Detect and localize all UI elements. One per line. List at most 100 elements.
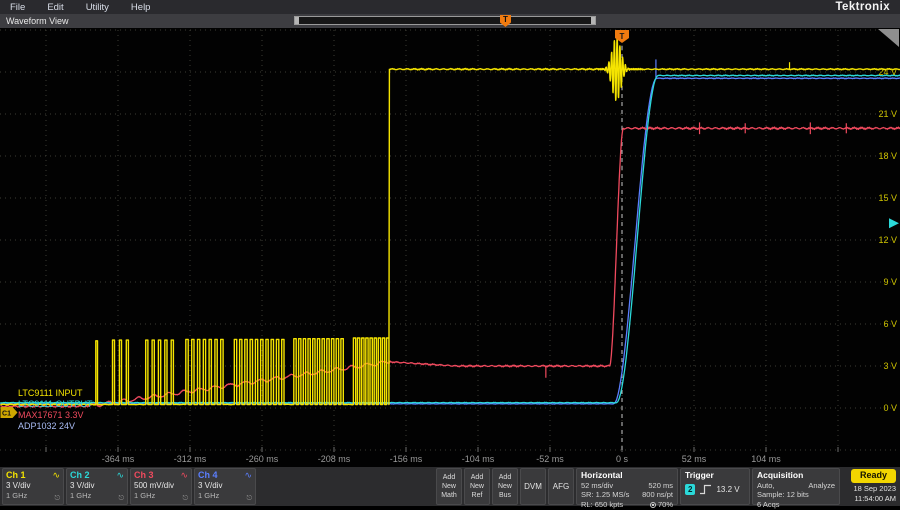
ch4-scale: 3 V/div bbox=[198, 481, 252, 491]
time-axis-labels: -364 ms-312 ms-260 ms-208 ms-156 ms-104 … bbox=[102, 454, 782, 464]
ch1-reference-marker[interactable]: C1 bbox=[1, 407, 18, 418]
svg-text:T: T bbox=[620, 32, 625, 41]
menu-edit[interactable]: Edit bbox=[47, 2, 63, 13]
corner-handle-icon[interactable] bbox=[878, 29, 899, 47]
acquisition-title: Acquisition bbox=[757, 470, 835, 481]
svg-text:LTC9111 OUTPUT: LTC9111 OUTPUT bbox=[18, 399, 93, 409]
acq-analyze: Analyze bbox=[808, 481, 835, 491]
svg-text:3 V: 3 V bbox=[883, 361, 897, 371]
add-new-bus-button[interactable]: Add New Bus bbox=[492, 468, 518, 505]
acq-count: 6 Acqs bbox=[757, 500, 780, 510]
svg-text:12 V: 12 V bbox=[878, 235, 897, 245]
ch3-scale: 500 mV/div bbox=[134, 481, 188, 491]
ch4-waveform-icon: ∿ bbox=[244, 470, 252, 481]
trace-ch3 bbox=[0, 122, 900, 407]
add-bus-line2: New bbox=[493, 482, 517, 491]
ch2-waveform-icon: ∿ bbox=[116, 470, 124, 481]
tab-waveform-view[interactable]: Waveform View bbox=[6, 16, 69, 26]
trigger-source-chip: 2 bbox=[685, 484, 695, 495]
time-label: 11:54:00 AM bbox=[854, 494, 896, 503]
add-math-line1: Add bbox=[437, 473, 461, 482]
add-new-ref-button[interactable]: Add New Ref bbox=[464, 468, 490, 505]
ch2-probe-icon: ⎋ bbox=[118, 495, 124, 503]
waveform-display[interactable]: TC124 V21 V18 V15 V12 V9 V6 V3 V0 V-364 … bbox=[0, 28, 900, 467]
ch1-bandwidth: 1 GHz bbox=[6, 491, 60, 501]
record-view-right-handle[interactable] bbox=[591, 17, 595, 24]
svg-text:C1: C1 bbox=[2, 411, 11, 418]
ch2-scale: 3 V/div bbox=[70, 481, 124, 491]
trigger-level: 13.2 V bbox=[716, 485, 739, 494]
svg-text:LTC9111 INPUT: LTC9111 INPUT bbox=[18, 388, 83, 398]
channel-badge-ch1[interactable]: Ch 1 3 V/div 1 GHz ∿ ⎋ bbox=[2, 468, 64, 505]
afg-button[interactable]: AFG bbox=[548, 468, 574, 505]
bottom-bar-spacer bbox=[258, 468, 434, 505]
trace-ch4 bbox=[0, 59, 900, 404]
ch1-waveform-icon: ∿ bbox=[52, 470, 60, 481]
record-view-trigger-icon[interactable]: T bbox=[500, 15, 511, 27]
horizontal-window: 520 ms bbox=[648, 481, 673, 491]
horizontal-scale: 52 ms/div bbox=[581, 481, 613, 491]
horizontal-panel[interactable]: Horizontal 52 ms/div 520 ms SR: 1.25 MS/… bbox=[576, 468, 678, 505]
add-ref-line3: Ref bbox=[465, 491, 489, 500]
tektronix-logo: Tektronix bbox=[835, 1, 890, 13]
trigger-panel[interactable]: Trigger 2 13.2 V bbox=[680, 468, 750, 505]
date-label: 18 Sep 2023 bbox=[853, 484, 896, 493]
trace-ch2 bbox=[0, 75, 900, 403]
menu-utility[interactable]: Utility bbox=[86, 2, 109, 13]
resolution: 800 ns/pt bbox=[642, 490, 673, 500]
ch3-probe-icon: ⎋ bbox=[182, 495, 188, 503]
horizontal-title: Horizontal bbox=[581, 470, 673, 481]
graticule bbox=[0, 30, 900, 452]
trigger-level-arrow[interactable] bbox=[889, 218, 899, 228]
add-ref-line1: Add bbox=[465, 473, 489, 482]
svg-text:21 V: 21 V bbox=[878, 109, 897, 119]
acq-mode: Auto, bbox=[757, 481, 775, 491]
ch4-bandwidth: 1 GHz bbox=[198, 491, 252, 501]
svg-text:6 V: 6 V bbox=[883, 319, 897, 329]
record-view-left-handle[interactable] bbox=[295, 17, 299, 24]
add-math-line3: Math bbox=[437, 491, 461, 500]
svg-text:104 ms: 104 ms bbox=[751, 454, 781, 464]
trace-name-labels: LTC9111 INPUTLTC9111 OUTPUTMAX17671 3.3V… bbox=[18, 388, 93, 431]
channel-badge-ch4[interactable]: Ch 4 3 V/div 1 GHz ∿ ⎋ bbox=[194, 468, 256, 505]
sample-rate: SR: 1.25 MS/s bbox=[581, 490, 629, 500]
ch3-waveform-icon: ∿ bbox=[180, 470, 188, 481]
channel-badge-ch3[interactable]: Ch 3 500 mV/div 1 GHz ∿ ⎋ bbox=[130, 468, 192, 505]
add-bus-line3: Bus bbox=[493, 491, 517, 500]
position-percent: 70% bbox=[650, 500, 673, 510]
menu-file[interactable]: File bbox=[10, 2, 25, 13]
dvm-button[interactable]: DVM bbox=[520, 468, 546, 505]
right-axis-labels: 24 V21 V18 V15 V12 V9 V6 V3 V0 V bbox=[878, 67, 897, 413]
svg-text:-364 ms: -364 ms bbox=[102, 454, 135, 464]
svg-text:52 ms: 52 ms bbox=[682, 454, 707, 464]
menu-bar: File Edit Utility Help Tektronix bbox=[0, 0, 900, 14]
acq-sample: Sample: 12 bits bbox=[757, 490, 809, 500]
svg-text:9 V: 9 V bbox=[883, 277, 897, 287]
trigger-title: Trigger bbox=[685, 470, 745, 481]
add-bus-line1: Add bbox=[493, 473, 517, 482]
ready-status-button[interactable]: Ready bbox=[851, 469, 896, 483]
ch1-scale: 3 V/div bbox=[6, 481, 60, 491]
svg-text:-104 ms: -104 ms bbox=[462, 454, 495, 464]
settings-bar: Ch 1 3 V/div 1 GHz ∿ ⎋ Ch 2 3 V/div 1 GH… bbox=[0, 467, 900, 506]
ch4-probe-icon: ⎋ bbox=[246, 495, 252, 503]
menu-help[interactable]: Help bbox=[131, 2, 151, 13]
svg-text:0 s: 0 s bbox=[616, 454, 629, 464]
svg-text:MAX17671 3.3V: MAX17671 3.3V bbox=[18, 410, 84, 420]
status-box: Ready 18 Sep 2023 11:54:00 AM bbox=[842, 468, 898, 505]
svg-text:0 V: 0 V bbox=[883, 403, 897, 413]
record-length: RL: 650 kpts bbox=[581, 500, 623, 510]
add-math-line2: New bbox=[437, 482, 461, 491]
record-view-bar[interactable] bbox=[294, 16, 596, 25]
trace-ch1 bbox=[0, 38, 900, 405]
acquisition-panel[interactable]: Acquisition Auto, Analyze Sample: 12 bit… bbox=[752, 468, 840, 505]
svg-text:-312 ms: -312 ms bbox=[174, 454, 207, 464]
scope-graticule-svg: TC124 V21 V18 V15 V12 V9 V6 V3 V0 V-364 … bbox=[0, 28, 900, 467]
svg-text:-156 ms: -156 ms bbox=[390, 454, 423, 464]
rising-edge-icon bbox=[699, 484, 712, 495]
svg-text:-208 ms: -208 ms bbox=[318, 454, 351, 464]
channel-badge-ch2[interactable]: Ch 2 3 V/div 1 GHz ∿ ⎋ bbox=[66, 468, 128, 505]
position-indicator-icon bbox=[650, 502, 656, 508]
add-new-math-button[interactable]: Add New Math bbox=[436, 468, 462, 505]
svg-text:15 V: 15 V bbox=[878, 193, 897, 203]
